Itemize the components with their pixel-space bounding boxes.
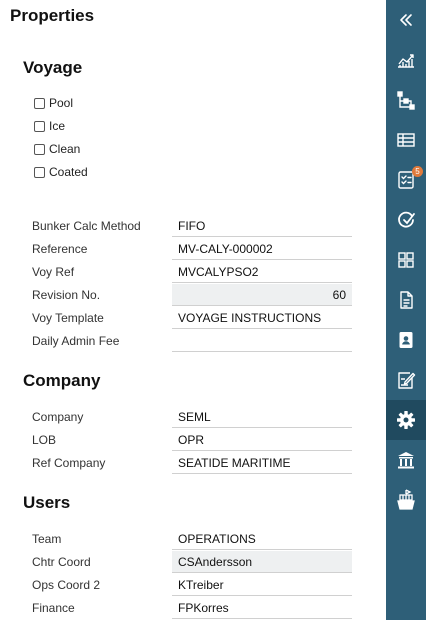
field-ops-coord-2: Ops Coord 2 KTreiber [32, 574, 352, 597]
contact-card-button[interactable] [386, 320, 426, 360]
checkbox-box[interactable] [34, 166, 45, 178]
chart-icon[interactable] [396, 51, 416, 69]
revision-no-value: 60 [172, 284, 352, 306]
checklist-badge: 5 [412, 166, 423, 177]
document-icon[interactable] [398, 290, 414, 310]
field-finance: Finance FPKorres [32, 597, 352, 620]
field-ref-company: Ref Company SEATIDE MARITIME [32, 452, 352, 475]
users-heading: Users [23, 493, 71, 512]
field-company: Company SEML [32, 406, 352, 429]
coated-checkbox[interactable]: Coated [34, 164, 88, 180]
speed-check-button[interactable] [386, 200, 426, 240]
field-label: Ref Company [32, 456, 106, 470]
settings-button[interactable] [386, 400, 426, 440]
checkbox-label: Coated [49, 165, 88, 179]
checkbox-label: Clean [49, 142, 81, 156]
voy-ref-field[interactable]: MVCALYPSO2 [172, 261, 352, 283]
edit-notes-button[interactable] [386, 360, 426, 400]
field-chtr-coord: Chtr Coord CSAndersson [32, 551, 352, 574]
finance-field[interactable]: FPKorres [172, 597, 352, 619]
collapse-button[interactable] [386, 0, 426, 40]
field-bunker-calc-method: Bunker Calc Method FIFO [32, 215, 352, 238]
ref-company-field[interactable]: SEATIDE MARITIME [172, 452, 352, 474]
field-label: LOB [32, 433, 57, 447]
daily-admin-fee-field[interactable] [172, 330, 352, 352]
field-label: Bunker Calc Method [32, 219, 141, 233]
reference-field[interactable]: MV-CALY-000002 [172, 238, 352, 260]
table-icon[interactable] [396, 132, 416, 148]
speed-check-icon[interactable] [396, 210, 416, 230]
page-title: Properties [10, 6, 95, 25]
hierarchy-button[interactable] [386, 80, 426, 120]
grid-icon[interactable] [397, 251, 415, 269]
voyage-heading: Voyage [23, 58, 83, 77]
field-label: Finance [32, 601, 75, 615]
checkbox-label: Ice [49, 119, 66, 133]
checkbox-label: Pool [49, 96, 74, 110]
field-voy-template: Voy Template VOYAGE INSTRUCTIONS [32, 307, 352, 330]
field-team: Team OPERATIONS [32, 528, 352, 551]
field-label: Company [32, 410, 84, 424]
chtr-coord-value: CSAndersson [172, 551, 352, 573]
chart-button[interactable] [386, 40, 426, 80]
hierarchy-icon[interactable] [396, 90, 416, 110]
edit-notes-icon[interactable] [396, 370, 416, 390]
right-sidebar: 5 [386, 0, 426, 620]
field-revision-no: Revision No. 60 [32, 284, 352, 307]
field-label: Daily Admin Fee [32, 334, 120, 348]
properties-panel: Properties Voyage Pool Ice Clean Coated … [0, 0, 386, 620]
field-label: Voy Ref [32, 265, 75, 279]
field-label: Ops Coord 2 [32, 578, 101, 592]
contact-card-icon[interactable] [398, 330, 414, 350]
field-daily-admin-fee: Daily Admin Fee [32, 330, 352, 353]
company-heading: Company [23, 371, 101, 390]
checkbox-box[interactable] [34, 97, 45, 109]
field-label: Reference [32, 242, 88, 256]
bunker-calc-method-field[interactable]: FIFO [172, 215, 352, 237]
bank-button[interactable] [386, 440, 426, 480]
bank-icon[interactable] [396, 450, 416, 470]
checklist-button[interactable]: 5 [386, 160, 426, 200]
checkbox-box[interactable] [34, 143, 45, 155]
field-voy-ref: Voy Ref MVCALYPSO2 [32, 261, 352, 284]
document-button[interactable] [386, 280, 426, 320]
ops-coord-2-field[interactable]: KTreiber [172, 574, 352, 596]
grid-button[interactable] [386, 240, 426, 280]
team-field[interactable]: OPERATIONS [172, 528, 352, 550]
field-label: Chtr Coord [32, 555, 91, 569]
voy-template-field[interactable]: VOYAGE INSTRUCTIONS [172, 307, 352, 329]
table-button[interactable] [386, 120, 426, 160]
field-label: Team [32, 532, 62, 546]
company-field[interactable]: SEML [172, 406, 352, 428]
ship-cargo-button[interactable] [386, 480, 426, 520]
pool-checkbox[interactable]: Pool [34, 95, 73, 111]
gear-icon[interactable] [396, 410, 416, 430]
checkbox-box[interactable] [34, 120, 45, 132]
ship-cargo-icon[interactable] [396, 489, 416, 511]
clean-checkbox[interactable]: Clean [34, 141, 80, 157]
ice-checkbox[interactable]: Ice [34, 118, 65, 134]
field-label: Revision No. [32, 288, 101, 302]
field-label: Voy Template [32, 311, 104, 325]
collapse-icon[interactable] [398, 12, 414, 28]
lob-field[interactable]: OPR [172, 429, 352, 451]
field-reference: Reference MV-CALY-000002 [32, 238, 352, 261]
field-lob: LOB OPR [32, 429, 352, 452]
